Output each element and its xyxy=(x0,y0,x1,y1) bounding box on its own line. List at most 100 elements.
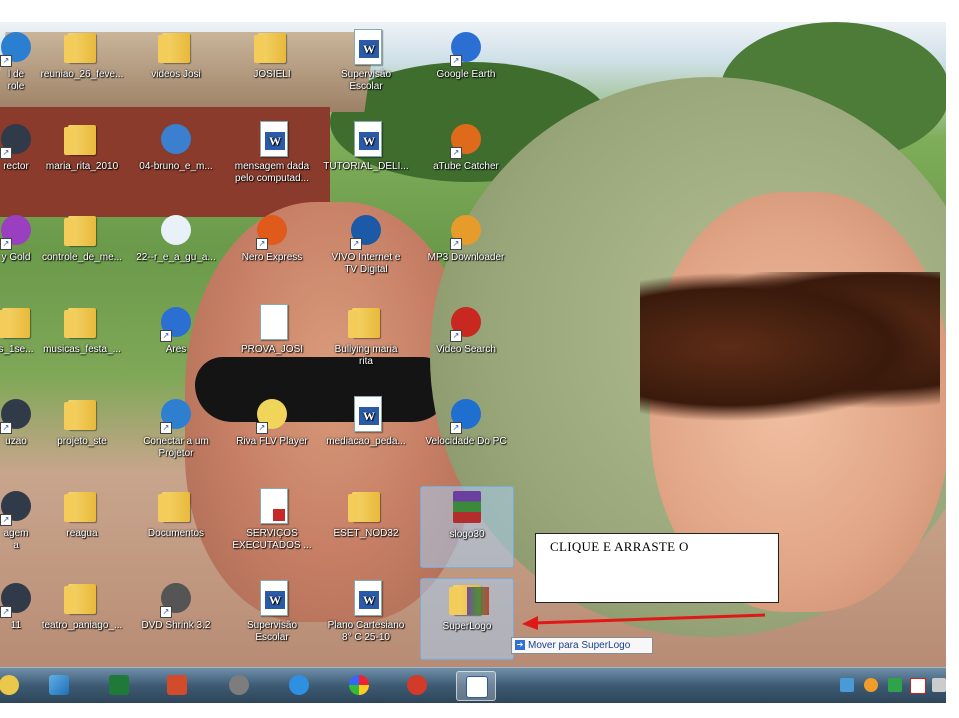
folder-icon xyxy=(346,486,386,526)
desktop: ↗ l de role reuniao_26_feve... videos Josi J… xyxy=(0,22,946,667)
desktop-icon[interactable]: ↗ Ares xyxy=(130,302,222,382)
desktop-icon[interactable]: teatro_paniago_... xyxy=(36,578,128,658)
folder-icon xyxy=(62,27,102,67)
desktop-icon-label: Google Earth xyxy=(436,69,496,80)
desktop-icon[interactable]: ↗ Video Search xyxy=(420,302,512,382)
ares-icon: ↗ xyxy=(156,302,196,342)
desktop-icon-label: Riva FLV Player xyxy=(236,436,308,447)
desktop-icon[interactable]: ↗ Velocidade Do PC xyxy=(420,394,512,474)
desktop-icon[interactable]: Wmensagem dada pelo computad... xyxy=(226,119,318,199)
desktop-icon[interactable]: ↗ VIVO Internet e TV Digital xyxy=(320,210,412,290)
folder-icon xyxy=(346,302,386,342)
taskbar-excel[interactable] xyxy=(100,671,138,699)
taskbar-internet-explorer[interactable] xyxy=(280,671,318,699)
image-icon xyxy=(156,210,196,250)
folder-icon xyxy=(62,394,102,434)
security-icon[interactable] xyxy=(888,678,902,692)
taskbar-powerpoint[interactable] xyxy=(158,671,196,699)
atube-icon: ↗ xyxy=(446,119,486,159)
instruction-note: CLIQUE E ARRASTE O xyxy=(535,533,779,603)
drag-tooltip: ➔ Mover para SuperLogo xyxy=(511,637,653,654)
desktop-icon[interactable]: ↗ Riva FLV Player xyxy=(226,394,318,474)
desktop-icon-label: Velocidade Do PC xyxy=(425,436,507,447)
desktop-icon[interactable]: ↗ DVD Shrink 3.2 xyxy=(130,578,222,658)
network-icon[interactable] xyxy=(840,678,854,692)
desktop-icon[interactable]: 04-bruno_e_m... xyxy=(130,119,222,199)
volume-icon[interactable] xyxy=(932,678,946,692)
desktop-icon[interactable]: controle_de_me... xyxy=(36,210,128,290)
shortcut-dark-icon: ↗ xyxy=(0,119,36,159)
desktop-icon-label: Conectar a um Projetor xyxy=(143,436,209,459)
desktop-icon[interactable]: Bullying maria rita xyxy=(320,302,412,382)
desktop-icon[interactable]: videos Josi xyxy=(130,27,222,107)
desktop-icon[interactable]: ↗ Nero Express xyxy=(226,210,318,290)
desktop-icon[interactable]: ↗ MP3 Downloader xyxy=(420,210,512,290)
taskbar-word[interactable] xyxy=(456,671,496,701)
taskbar-explorer[interactable] xyxy=(40,671,78,699)
globe-icon: ↗ xyxy=(446,27,486,67)
taskbar-app[interactable] xyxy=(220,671,258,699)
desktop-icon-label: reuniao_26_feve... xyxy=(40,69,124,80)
taskbar-picasa[interactable] xyxy=(340,671,378,699)
desktop-icon[interactable]: SuperLogo xyxy=(420,578,514,660)
folder-icon xyxy=(156,486,196,526)
desktop-icon-label: Ares xyxy=(165,344,187,355)
desktop-icon[interactable]: Documentos xyxy=(130,486,222,566)
folder-icon xyxy=(62,302,102,342)
folder-icon xyxy=(156,27,196,67)
desktop-icon[interactable]: maria_rita_2010 xyxy=(36,119,128,199)
word-document-icon: W xyxy=(346,578,386,618)
folder-icon xyxy=(62,578,102,618)
shortcut-purple-icon: ↗ xyxy=(0,210,36,250)
desktop-icon[interactable]: W Supervisão Escolar xyxy=(226,578,318,658)
instruction-text: CLIQUE E ARRASTE O xyxy=(550,539,689,554)
desktop-icon-label: ESET_NOD32 xyxy=(333,528,399,539)
folder-icon xyxy=(62,486,102,526)
desktop-icon-label: VIVO Internet e TV Digital xyxy=(331,252,401,275)
riva-icon: ↗ xyxy=(252,394,292,434)
desktop-icon-label: MP3 Downloader xyxy=(427,252,505,263)
desktop-icon[interactable]: W TUTORIAL_DELI... xyxy=(320,119,412,199)
desktop-icon[interactable]: Wmediacao_peda... xyxy=(320,394,412,474)
desktop-icon[interactable]: reagua xyxy=(36,486,128,566)
ccleaner-icon xyxy=(407,675,427,695)
desktop-icon[interactable]: ↗ aTube Catcher xyxy=(420,119,512,199)
youtube-icon: ↗ xyxy=(446,302,486,342)
start-button[interactable] xyxy=(0,671,28,699)
users-icon xyxy=(49,675,69,695)
pdf-document-icon xyxy=(252,486,292,526)
word-icon xyxy=(466,676,488,698)
desktop-icon-label: musicas_festa_... xyxy=(43,344,121,355)
taskbar-ccleaner[interactable] xyxy=(398,671,436,699)
desktop-icon[interactable]: W Plano Cartesiano 8° C 25-10 xyxy=(320,578,412,658)
desktop-icon-label: PROVA_JOSI xyxy=(240,344,304,355)
desktop-icon[interactable]: PROVA_JOSI xyxy=(226,302,318,382)
desktop-icon[interactable]: projeto_ste xyxy=(36,394,128,474)
desktop-icon[interactable]: ↗ Google Earth xyxy=(420,27,512,107)
desktop-icon-label: SuperLogo xyxy=(442,621,492,632)
desktop-icon[interactable]: SERVIÇOS EXECUTADOS ... xyxy=(226,486,318,566)
speed-icon: ↗ xyxy=(446,394,486,434)
shortcut-dark-icon: ↗ xyxy=(0,394,36,434)
flag-icon[interactable] xyxy=(910,678,926,694)
folder-icon xyxy=(62,210,102,250)
desktop-icon[interactable]: reuniao_26_feve... xyxy=(36,27,128,107)
desktop-icon-label: Supervisão Escolar xyxy=(340,69,392,92)
desktop-icon-label: 04-bruno_e_m... xyxy=(139,161,213,172)
desktop-icon[interactable]: W Supervisão Escolar xyxy=(320,27,412,107)
clock-icon[interactable] xyxy=(864,678,878,692)
desktop-icon[interactable]: musicas_festa_... xyxy=(36,302,128,382)
desktop-icon-label: mediacao_peda... xyxy=(326,436,406,447)
shortcut-blue-icon: ↗ xyxy=(0,27,36,67)
desktop-icon[interactable]: ↗ Conectar a um Projetor xyxy=(130,394,222,474)
tooltip-text: Mover para SuperLogo xyxy=(528,640,631,651)
desktop-icon[interactable]: JOSIELI xyxy=(226,27,318,107)
desktop-icon[interactable]: 22--r_e_a_gu_a... xyxy=(130,210,222,290)
powerpoint-icon xyxy=(167,675,187,695)
desktop-icon[interactable]: ESET_NOD32 xyxy=(320,486,412,566)
desktop-icon-label: slogo30 xyxy=(449,529,485,540)
projector-icon: ↗ xyxy=(156,394,196,434)
desktop-icon[interactable]: slogo30 xyxy=(420,486,514,568)
document-icon xyxy=(252,302,292,342)
app-icon xyxy=(229,675,249,695)
